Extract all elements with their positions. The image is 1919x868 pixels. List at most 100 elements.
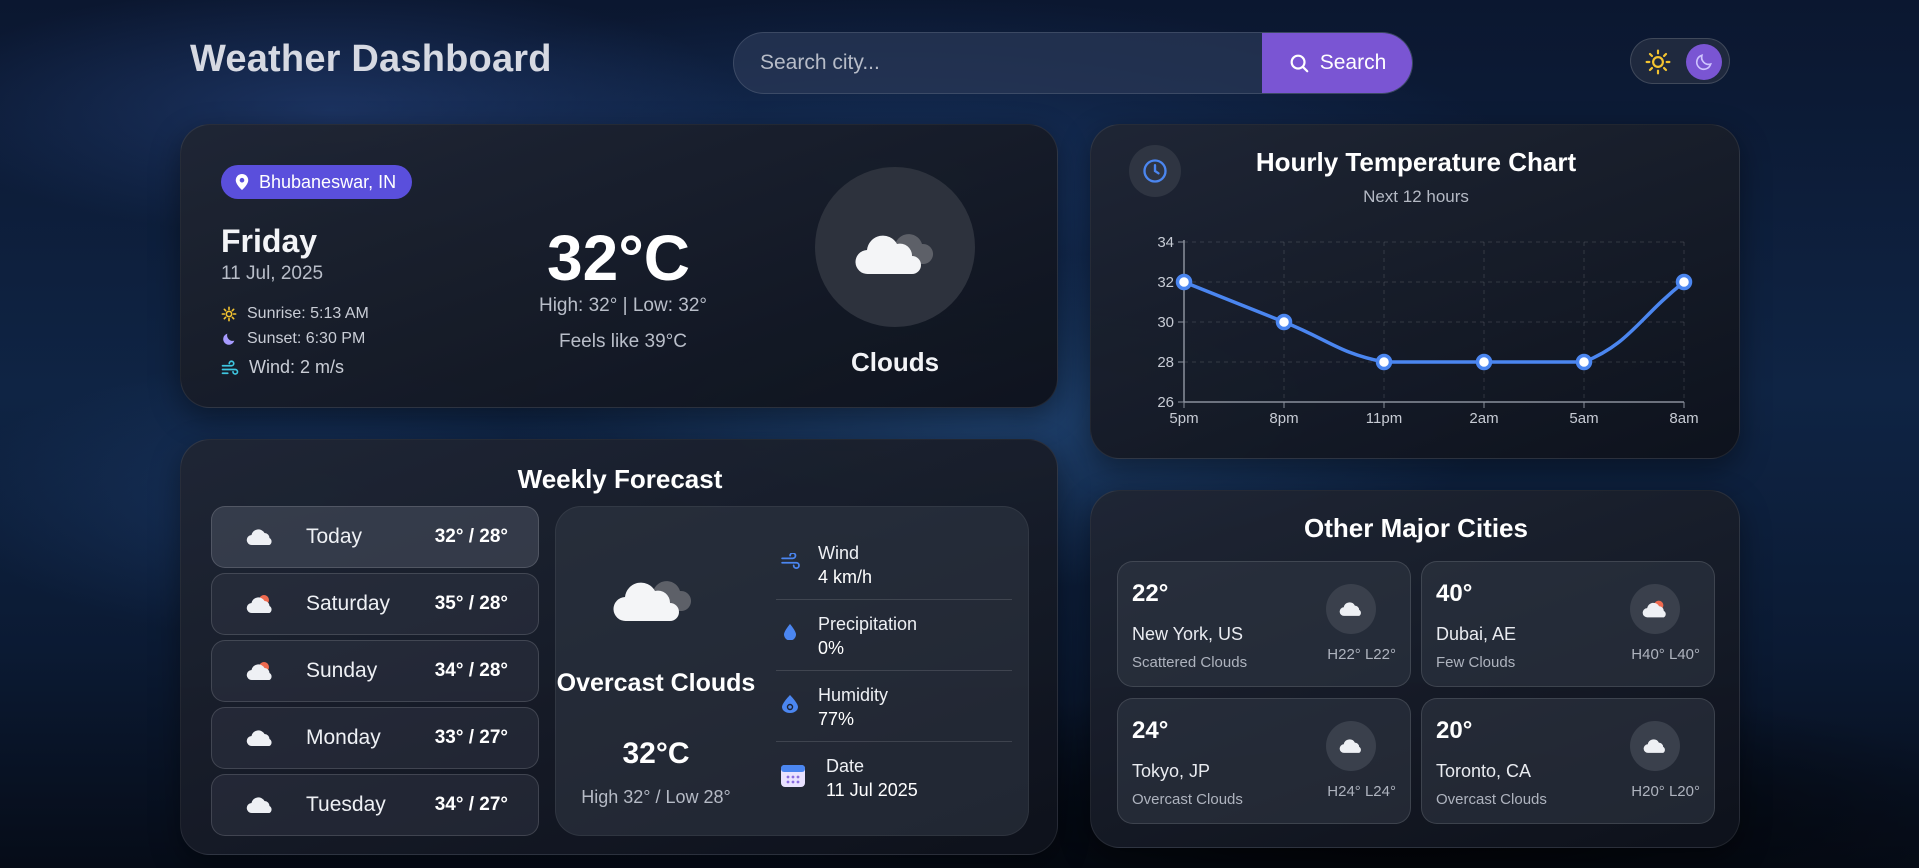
x-tick-label: 5am — [1569, 410, 1598, 427]
city-high-low: H20° L20° — [1631, 783, 1700, 800]
wind-icon — [221, 359, 239, 375]
city-high-low: H24° L24° — [1327, 783, 1396, 800]
moon-icon — [223, 333, 235, 345]
forecast-day-saturday[interactable]: Saturday 35° / 28° — [211, 573, 539, 635]
data-point — [1575, 353, 1593, 371]
city-name: Dubai, AE — [1436, 624, 1517, 644]
sunrise-row: Sunrise: 5:13 AM — [221, 305, 369, 323]
detail-condition: Overcast Clouds — [556, 669, 756, 697]
sun-cloud-icon — [246, 594, 298, 614]
forecast-day-name: Today — [306, 525, 363, 548]
location-pin-icon — [235, 174, 249, 190]
city-card-new-york[interactable]: 22° New York, US Scattered Clouds H22° L… — [1117, 561, 1411, 687]
cloud-icon — [246, 796, 298, 814]
current-weather-card: Bhubaneswar, IN Friday 11 Jul, 2025 Sunr… — [180, 124, 1058, 408]
sunrise-icon — [221, 306, 237, 322]
data-point — [1675, 273, 1693, 291]
forecast-day-sunday[interactable]: Sunday 34° / 28° — [211, 640, 539, 702]
stat-label: Wind — [818, 543, 860, 563]
high-low-text: High: 32° | Low: 32° — [538, 295, 707, 316]
stat-date: Date 11 Jul 2025 — [776, 742, 1012, 813]
humidity-icon — [782, 695, 798, 713]
stat-label: Date — [826, 756, 865, 776]
droplet-icon — [784, 624, 796, 640]
search-icon — [1290, 54, 1309, 73]
x-tick-label: 8am — [1669, 410, 1698, 427]
data-point — [1175, 273, 1193, 291]
current-date: 11 Jul, 2025 — [221, 263, 324, 284]
overcast-clouds-icon — [613, 581, 692, 622]
city-temperature: 40° — [1436, 580, 1473, 607]
search-button-label: Search — [1319, 51, 1387, 74]
data-point — [1475, 353, 1493, 371]
forecast-day-name: Monday — [306, 726, 381, 749]
city-temperature: 24° — [1132, 717, 1169, 744]
cloud-icon — [246, 528, 298, 546]
theme-toggle[interactable] — [1630, 38, 1730, 84]
data-point — [1275, 313, 1293, 331]
y-tick-label: 26 — [1157, 394, 1174, 411]
y-tick-label: 32 — [1157, 274, 1174, 291]
detail-high-low: High 32° / Low 28° — [581, 787, 731, 807]
major-cities-card: Other Major Cities 22° New York, US Scat… — [1090, 490, 1740, 848]
search-input[interactable] — [734, 33, 1262, 93]
city-description: Scattered Clouds — [1132, 654, 1248, 671]
calendar-icon — [781, 765, 805, 787]
stat-wind: Wind 4 km/h — [776, 529, 1012, 600]
app-title: Weather Dashboard — [190, 38, 552, 80]
forecast-day-temps: 33° / 27° — [434, 727, 508, 748]
forecast-day-monday[interactable]: Monday 33° / 27° — [211, 707, 539, 769]
sunset-row: Sunset: 6:30 PM — [221, 330, 365, 348]
cloud-icon — [1630, 721, 1680, 771]
cloud-icon — [246, 729, 298, 747]
city-description: Overcast Clouds — [1132, 791, 1243, 808]
wind-text: Wind: 2 m/s — [249, 357, 345, 377]
x-tick-label: 8pm — [1269, 410, 1298, 427]
x-tick-label: 5pm — [1169, 410, 1198, 427]
clouds-icon — [855, 234, 934, 275]
city-temperature: 22° — [1132, 580, 1169, 607]
cloud-icon — [1326, 721, 1376, 771]
city-card-dubai[interactable]: 40° Dubai, AE Few Clouds H40° L40° — [1421, 561, 1715, 687]
current-temperature: 32°C — [547, 222, 690, 294]
forecast-day-name: Tuesday — [306, 793, 386, 816]
condition-label: Clouds — [850, 347, 940, 377]
stat-humidity: Humidity 77% — [776, 671, 1012, 742]
feels-like-text: Feels like 39°C — [559, 331, 687, 352]
forecast-day-temps: 32° / 28° — [434, 526, 508, 547]
weekly-forecast-card: Weekly Forecast Today 32° / 28° Saturday… — [180, 439, 1058, 855]
detail-temperature: 32°C — [622, 737, 690, 770]
city-name: Toronto, CA — [1436, 761, 1532, 781]
search-button[interactable]: Search — [1262, 33, 1412, 93]
city-card-tokyo[interactable]: 24° Tokyo, JP Overcast Clouds H24° L24° — [1117, 698, 1411, 824]
city-high-low: H40° L40° — [1631, 646, 1700, 663]
sun-icon — [1645, 49, 1671, 75]
toggle-knob — [1686, 44, 1722, 80]
location-label: Bhubaneswar, IN — [259, 171, 397, 192]
sunset-text: Sunset: 6:30 PM — [247, 330, 366, 347]
stat-precipitation: Precipitation 0% — [776, 600, 1012, 671]
weekly-title: Weekly Forecast — [517, 464, 723, 494]
moon-icon — [1695, 54, 1712, 71]
stat-value: 0% — [818, 638, 845, 658]
search-bar: Search — [733, 32, 1413, 94]
stat-label: Precipitation — [818, 614, 918, 634]
cloud-icon — [1326, 584, 1376, 634]
city-temperature: 20° — [1436, 717, 1473, 744]
y-tick-label: 34 — [1157, 234, 1174, 251]
cities-title: Other Major Cities — [1304, 513, 1528, 543]
forecast-day-tuesday[interactable]: Tuesday 34° / 27° — [211, 774, 539, 836]
wind-row: Wind: 2 m/s — [221, 357, 344, 378]
stat-value: 4 km/h — [818, 567, 873, 587]
y-tick-label: 30 — [1157, 314, 1174, 331]
sun-cloud-icon — [246, 661, 298, 681]
forecast-detail-panel: Overcast Clouds 32°C High 32° / Low 28° … — [555, 506, 1029, 836]
forecast-day-today[interactable]: Today 32° / 28° — [211, 506, 539, 568]
city-name: Tokyo, JP — [1132, 761, 1211, 781]
city-card-toronto[interactable]: 20° Toronto, CA Overcast Clouds H20° L20… — [1421, 698, 1715, 824]
x-tick-label: 2am — [1469, 410, 1498, 427]
hourly-temperature-chart: 26 28 30 32 34 5pm 8pm 11pm 2am 5am 8am — [1157, 234, 1698, 427]
city-description: Overcast Clouds — [1436, 791, 1547, 808]
current-day: Friday — [221, 223, 318, 259]
city-description: Few Clouds — [1436, 654, 1516, 671]
